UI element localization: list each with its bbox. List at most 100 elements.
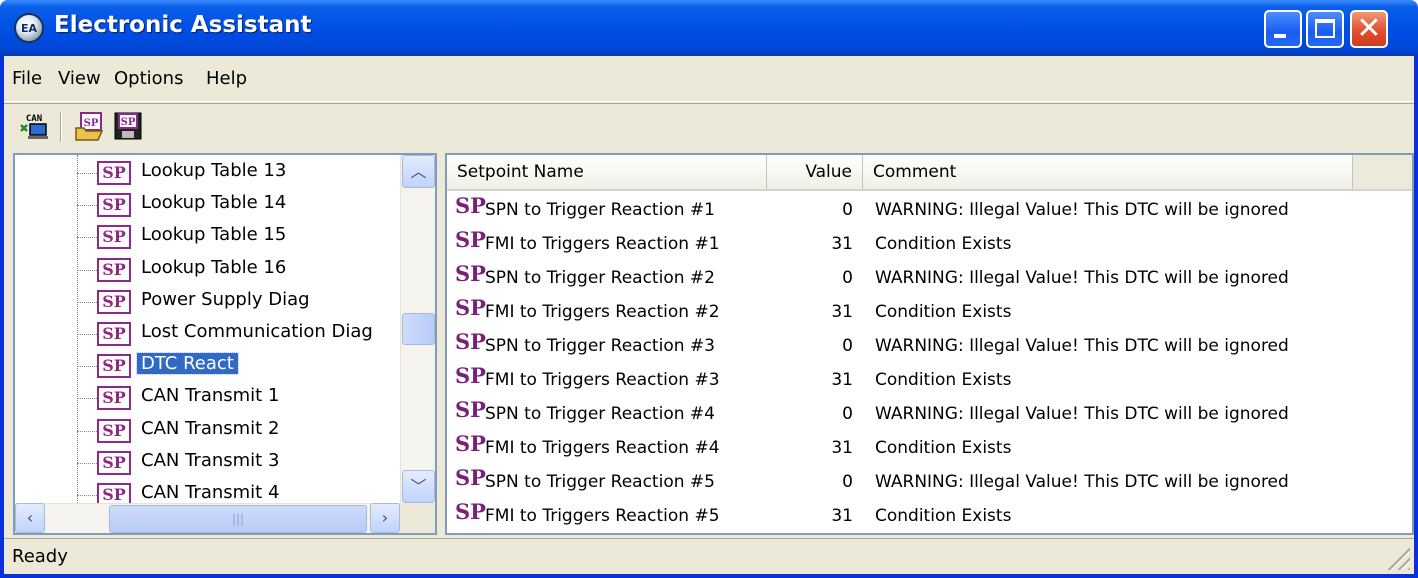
menu-view[interactable]: View: [58, 68, 101, 89]
setpoint-name: FMI to Triggers Reaction #1: [485, 234, 720, 254]
tree-item-label: DTC React: [136, 352, 239, 376]
minimize-icon: [1274, 34, 1286, 38]
tree-item[interactable]: SP CAN Transmit 2: [15, 415, 398, 447]
chevron-up-icon: ︿: [410, 162, 427, 181]
setpoint-value: 31: [831, 234, 853, 254]
horizontal-scroll-thumb[interactable]: |||: [109, 505, 367, 533]
tree-item[interactable]: SP DTC React: [15, 350, 398, 382]
column-header-value[interactable]: Value: [767, 155, 863, 189]
can-connect-icon[interactable]: CAN: [18, 110, 50, 142]
tree-item-label: Lookup Table 13: [141, 160, 287, 181]
setpoint-row[interactable]: SP FMI to Triggers Reaction #4 31 Condition…: [447, 431, 1412, 465]
setpoint-tree[interactable]: SP Lookup Table 13 SP Lookup Table 14 SP Look…: [13, 153, 437, 535]
ea-app-icon[interactable]: EA: [14, 13, 44, 43]
tree-item[interactable]: SP Lost Communication Diag: [15, 318, 398, 350]
scroll-down-button[interactable]: ﹀: [402, 470, 435, 503]
tree-rows: SP Lookup Table 13 SP Lookup Table 14 SP Look…: [15, 155, 398, 503]
tree-horizontal-scrollbar[interactable]: ‹ ||| ›: [15, 503, 400, 533]
setpoint-comment: Condition Exists: [875, 302, 1012, 322]
setpoint-icon: SP: [97, 322, 131, 346]
setpoint-row[interactable]: SP SPN to Trigger Reaction #2 0 WARNING: Il…: [447, 261, 1412, 295]
tree-item-label: Lost Communication Diag: [141, 321, 373, 342]
tree-item[interactable]: SP Lookup Table 16: [15, 254, 398, 286]
tree-item-label: Lookup Table 15: [141, 224, 287, 246]
maximize-button[interactable]: [1306, 10, 1344, 48]
setpoint-row[interactable]: SP SPN to Trigger Reaction #5 0 WARNING: Il…: [447, 465, 1412, 499]
setpoint-comment: WARNING: Illegal Value! This DTC will be…: [875, 404, 1289, 424]
scroll-left-button[interactable]: ‹: [15, 503, 45, 533]
status-text: Ready: [12, 546, 68, 567]
column-header-setpoint-name[interactable]: Setpoint Name: [447, 155, 767, 189]
tree-connector: [77, 430, 97, 432]
app-window: EA Electronic Assistant ✕ File View Opti…: [0, 0, 1418, 578]
setpoint-name: SPN to Trigger Reaction #2: [485, 268, 715, 288]
tree-item[interactable]: SP CAN Transmit 4: [15, 479, 398, 503]
tree-item[interactable]: SP CAN Transmit 1: [15, 382, 398, 414]
setpoint-value: 31: [831, 438, 853, 458]
setpoint-icon: SP: [455, 193, 486, 218]
open-setpoint-label: SP: [84, 118, 99, 129]
tree-item-label: Power Supply Diag: [141, 288, 310, 310]
menu-bar: File View Options Help: [4, 56, 1414, 102]
setpoint-icon: SP: [455, 363, 486, 388]
setpoint-value: 0: [842, 472, 853, 492]
menu-file[interactable]: File: [12, 68, 42, 89]
menu-options[interactable]: Options: [114, 68, 183, 89]
setpoint-icon: SP: [97, 193, 131, 218]
setpoint-icon: SP: [455, 329, 486, 354]
setpoint-name: FMI to Triggers Reaction #2: [485, 302, 720, 322]
tree-item-label: CAN Transmit 3: [141, 449, 280, 471]
setpoint-row[interactable]: SP FMI to Triggers Reaction #5 31 Condition…: [447, 499, 1412, 533]
tree-item[interactable]: SP Lookup Table 13: [15, 157, 398, 189]
tree-item-label: Lookup Table 14: [141, 192, 287, 214]
setpoint-icon: SP: [97, 450, 131, 475]
tree-connector: [77, 301, 97, 303]
setpoint-list[interactable]: Setpoint Name Value Comment SP SPN to Tri…: [445, 153, 1414, 535]
setpoint-comment: WARNING: Illegal Value! This DTC will be…: [875, 472, 1289, 492]
setpoint-name: FMI to Triggers Reaction #3: [485, 370, 720, 390]
vertical-scroll-thumb[interactable]: [402, 313, 435, 345]
scroll-up-button[interactable]: ︿: [402, 155, 435, 188]
setpoint-row[interactable]: SP SPN to Trigger Reaction #3 0 WARNING: Il…: [447, 329, 1412, 363]
pane-splitter[interactable]: [437, 153, 445, 535]
open-setpoint-file-icon[interactable]: SP: [74, 110, 106, 142]
setpoint-icon: SP: [455, 397, 486, 422]
tree-vertical-scrollbar[interactable]: ︿ ﹀: [400, 155, 435, 503]
setpoint-name: SPN to Trigger Reaction #1: [485, 200, 715, 220]
tree-item[interactable]: SP Lookup Table 15: [15, 221, 398, 253]
setpoint-icon: SP: [97, 225, 131, 250]
menu-help[interactable]: Help: [206, 68, 247, 89]
scroll-right-button[interactable]: ›: [370, 503, 400, 533]
title-bar[interactable]: EA Electronic Assistant ✕: [0, 0, 1418, 56]
setpoint-row[interactable]: SP FMI to Triggers Reaction #1 31 Condition…: [447, 227, 1412, 261]
minimize-button[interactable]: [1264, 10, 1302, 48]
setpoint-comment: Condition Exists: [875, 370, 1012, 390]
setpoint-row[interactable]: SP FMI to Triggers Reaction #3 31 Condition…: [447, 363, 1412, 397]
setpoint-row[interactable]: SP SPN to Trigger Reaction #4 0 WARNING: Il…: [447, 397, 1412, 431]
setpoint-comment: Condition Exists: [875, 438, 1012, 458]
tree-connector: [77, 334, 97, 335]
setpoint-icon: SP: [455, 227, 486, 252]
chevron-left-icon: ‹: [26, 508, 34, 527]
tree-item[interactable]: SP Power Supply Diag: [15, 286, 398, 318]
setpoint-name: SPN to Trigger Reaction #4: [485, 404, 715, 424]
column-header-comment[interactable]: Comment: [863, 155, 1353, 189]
setpoint-name: FMI to Triggers Reaction #5: [485, 506, 720, 526]
save-setpoint-file-icon[interactable]: SP: [112, 110, 144, 142]
tree-item[interactable]: SP Lookup Table 14: [15, 189, 398, 221]
setpoint-value: 31: [831, 302, 853, 322]
resize-grip-icon[interactable]: [1386, 546, 1410, 570]
close-button[interactable]: ✕: [1350, 10, 1388, 48]
setpoint-row[interactable]: SP SPN to Trigger Reaction #1 0 WARNING: Il…: [447, 193, 1412, 227]
save-setpoint-label: SP: [121, 117, 136, 128]
setpoint-row[interactable]: SP FMI to Triggers Reaction #2 31 Condition…: [447, 295, 1412, 329]
tree-item[interactable]: SP CAN Transmit 3: [15, 447, 398, 479]
setpoint-icon: SP: [455, 261, 486, 286]
setpoint-icon: SP: [97, 161, 131, 185]
tree-connector: [77, 173, 97, 174]
tree-connector: [77, 237, 97, 239]
setpoint-icon: SP: [455, 499, 486, 524]
tree-connector: [77, 462, 97, 464]
setpoint-value: 0: [842, 404, 853, 424]
setpoint-name: FMI to Triggers Reaction #4: [485, 438, 720, 458]
